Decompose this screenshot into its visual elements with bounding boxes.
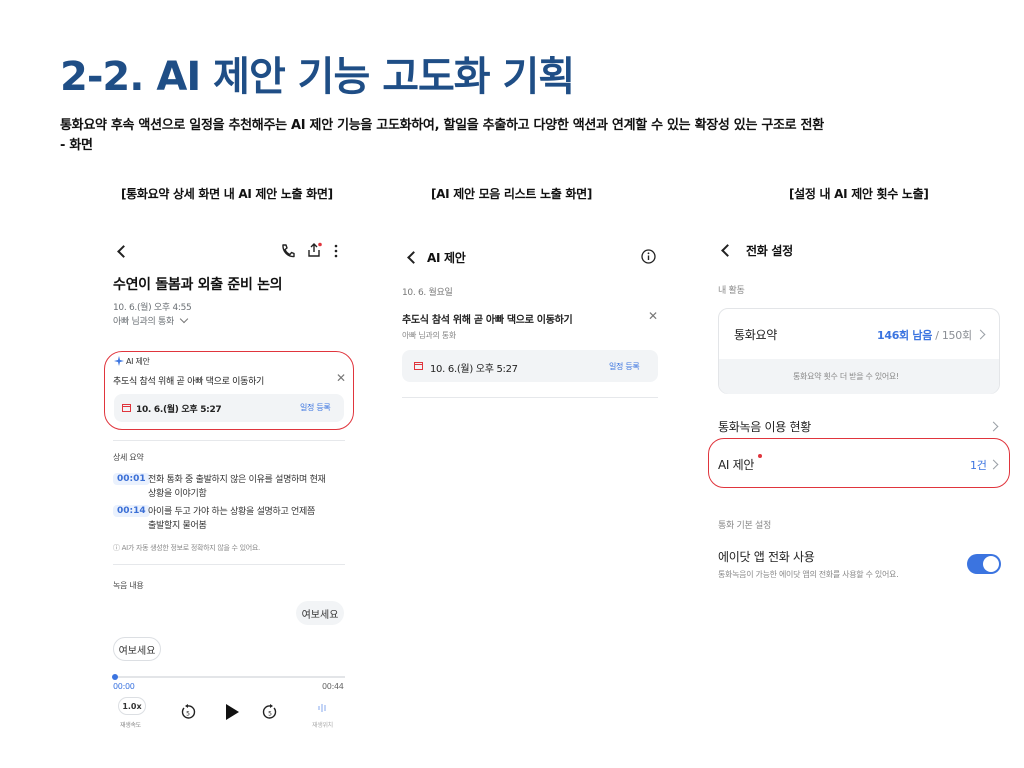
forward-5-icon[interactable]: 5 <box>262 704 278 720</box>
back-icon[interactable] <box>117 245 130 258</box>
adot-call-toggle[interactable] <box>967 554 1001 574</box>
description-line-1: 통화요약 후속 액션으로 일정을 추천해주는 AI 제안 기능을 고도화하여, … <box>60 118 824 133</box>
list-header-title: AI 제안 <box>427 251 466 265</box>
summary-label: 통화요약 <box>734 328 777 342</box>
summary-note: 통화요약 횟수 더 받을 수 있어요! <box>793 372 899 381</box>
divider <box>402 397 658 398</box>
list-schedule-register-button[interactable]: 일정 등록 <box>609 361 640 372</box>
list-date-header: 10. 6. 월요일 <box>402 288 453 298</box>
adot-call-desc: 통화녹음이 가능한 에이닷 앱의 전화를 사용할 수 있어요. <box>718 570 899 579</box>
list-item-contact: 아빠 님과의 통화 <box>402 331 456 340</box>
speed-button[interactable]: 1.0x <box>118 697 146 715</box>
summary-item-1-line2: 상황을 이야기함 <box>148 489 207 499</box>
summary-item-1: 전화 통화 중 출발하지 않은 이유를 설명하며 현재 상황을 이야기함 <box>148 473 326 501</box>
recording-usage-item[interactable]: 통화녹음 이용 현황 <box>718 418 811 435</box>
ai-disclaimer: ⓘ AI가 자동 생성한 정보로 정확하지 않을 수 있어요. <box>113 544 260 552</box>
chat-bubble-right: 여보세요 <box>296 601 344 625</box>
contact-name: 아빠 님과의 통화 <box>113 317 174 327</box>
summary-item-2-line1: 아이를 두고 가야 하는 상황을 설명하고 언제쯤 <box>148 507 315 517</box>
slide-description: 통화요약 후속 액션으로 일정을 추천해주는 AI 제안 기능을 고도화하여, … <box>60 116 970 156</box>
speed-label: 재생속도 <box>120 722 141 729</box>
ai-suggestion-text: 추도식 참석 위해 곧 아빠 댁으로 이동하기 <box>113 377 265 387</box>
list-screen: AI 제안 10. 6. 월요일 추도식 참석 위해 곧 아빠 댁으로 이동하기… <box>398 230 663 410</box>
summary-item-1-line1: 전화 통화 중 출발하지 않은 이유를 설명하며 현재 <box>148 475 326 485</box>
summary-count[interactable]: 146회 남음 / 150회 <box>877 327 972 343</box>
adot-call-label: 에이닷 앱 전화 사용 <box>718 550 815 564</box>
calendar-icon <box>414 362 423 370</box>
ai-suggest-count: 1건 <box>970 459 987 472</box>
summary-item-2: 아이를 두고 가야 하는 상황을 설명하고 언제쯤 출발할지 물어봄 <box>148 505 315 533</box>
divider <box>113 564 345 565</box>
svg-text:5: 5 <box>186 711 190 718</box>
ai-suggest-item[interactable]: AI 제안 <box>718 456 754 473</box>
chat-bubble-left: 여보세요 <box>113 637 161 661</box>
close-icon[interactable]: ✕ <box>648 309 658 323</box>
playback-progress-handle[interactable] <box>112 674 118 680</box>
playback-progress-track[interactable] <box>113 676 345 678</box>
schedule-register-button[interactable]: 일정 등록 <box>300 402 331 413</box>
waveform-icon[interactable] <box>318 702 328 714</box>
ai-suggest-label: AI 제안 <box>718 458 755 472</box>
chevron-down-icon <box>179 314 188 324</box>
play-icon[interactable] <box>224 703 240 721</box>
schedule-date: 10. 6.(월) 오후 5:27 <box>136 405 222 415</box>
close-icon[interactable]: ✕ <box>336 371 346 385</box>
caption-detail: [통화요약 상세 화면 내 AI 제안 노출 화면] <box>121 187 333 201</box>
more-icon[interactable] <box>333 243 339 259</box>
slide-title: 2-2. AI 제안 기능 고도화 기획 <box>60 54 575 100</box>
summary-header: 상세 요약 <box>113 453 144 462</box>
summary-item-2-line2: 출발할지 물어봄 <box>148 521 207 531</box>
call-title: 수연이 돌봄과 외출 준비 논의 <box>113 277 283 293</box>
svg-text:5: 5 <box>268 711 272 718</box>
caption-list: [AI 제안 모음 리스트 노출 화면] <box>431 187 593 201</box>
call-contact[interactable]: 아빠 님과의 통화 <box>113 314 188 327</box>
description-line-2: - 화면 <box>60 138 93 153</box>
section-basic-settings: 통화 기본 설정 <box>718 521 772 531</box>
ai-suggestion-label: AI 제안 <box>126 357 150 366</box>
phone-icon[interactable] <box>280 243 296 259</box>
summary-total: / 150회 <box>932 329 972 342</box>
recording-header: 녹음 내용 <box>113 581 144 590</box>
time-current: 00:00 <box>113 682 135 691</box>
summary-time-chip[interactable]: 00:01 <box>113 473 150 485</box>
toggle-knob <box>983 556 999 572</box>
section-my-activity: 내 활동 <box>718 286 745 296</box>
divider <box>113 440 345 441</box>
chevron-right-icon <box>988 421 999 432</box>
new-badge-dot <box>758 454 762 458</box>
call-datetime: 10. 6.(월) 오후 4:55 <box>113 303 192 313</box>
summary-remaining: 146회 남음 <box>877 329 933 342</box>
detail-screen: 수연이 돌봄과 외출 준비 논의 10. 6.(월) 오후 4:55 아빠 님과… <box>100 230 360 740</box>
summary-time-chip[interactable]: 00:14 <box>113 505 150 517</box>
calendar-icon <box>122 404 131 412</box>
info-icon[interactable] <box>641 249 656 264</box>
sparkle-icon <box>114 356 124 366</box>
caption-settings: [설정 내 AI 제안 횟수 노출] <box>789 187 929 201</box>
back-icon[interactable] <box>407 251 420 264</box>
settings-header-title: 전화 설정 <box>746 244 793 258</box>
rewind-5-icon[interactable]: 5 <box>180 704 196 720</box>
wave-label: 재생위치 <box>312 722 333 729</box>
list-item-title[interactable]: 추도식 참석 위해 곧 아빠 댁으로 이동하기 <box>402 311 573 326</box>
share-icon[interactable] <box>306 242 322 258</box>
time-total: 00:44 <box>322 682 344 691</box>
settings-screen: 전화 설정 내 활동 통화요약 146회 남음 / 150회 통화요약 횟수 더… <box>705 230 1010 600</box>
back-icon[interactable] <box>721 244 734 257</box>
list-schedule-date: 10. 6.(월) 오후 5:27 <box>430 364 518 375</box>
